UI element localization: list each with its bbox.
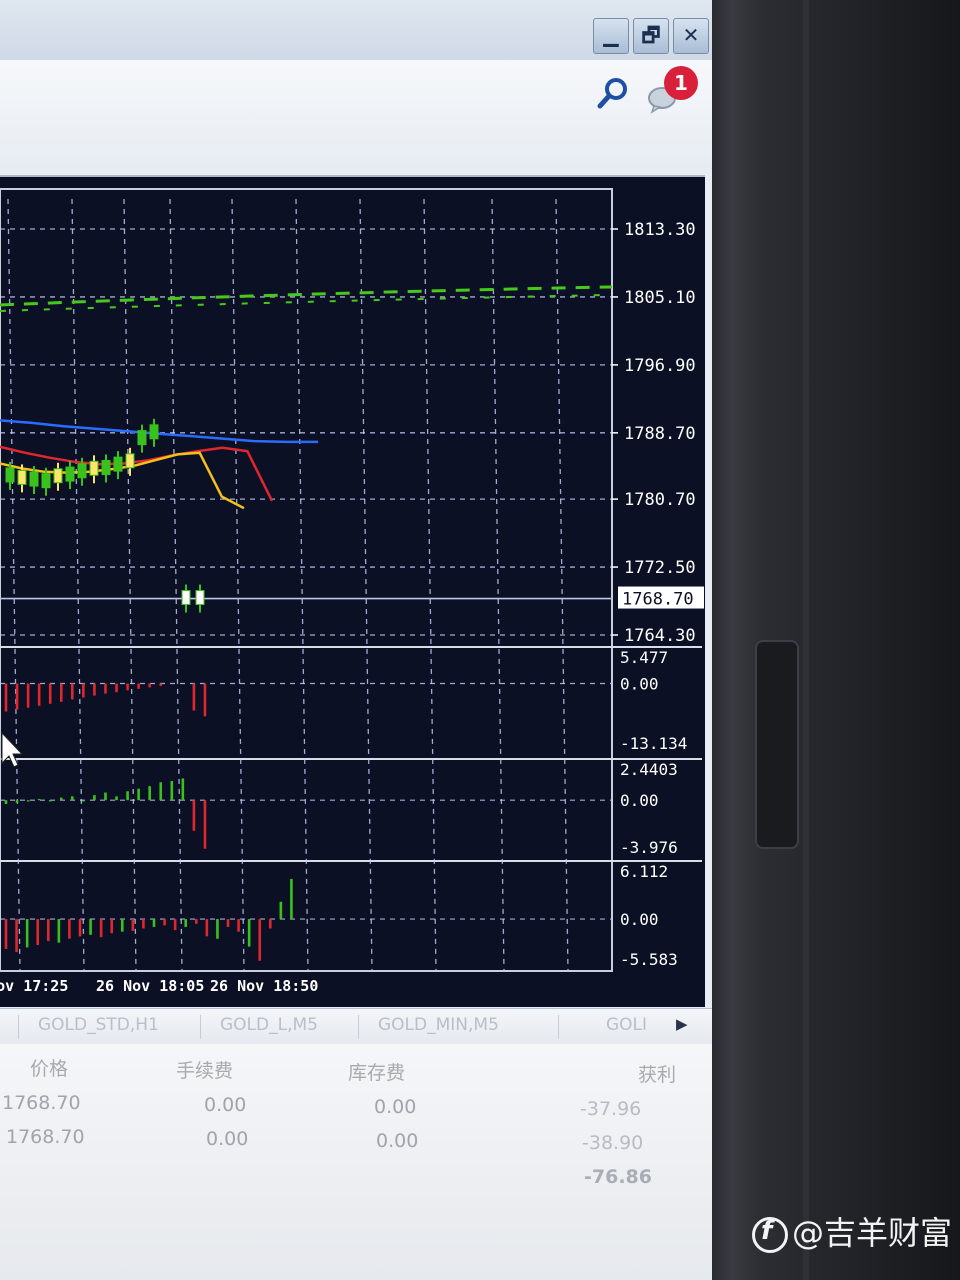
chart-canvas[interactable]: 1813.30 1805.10 1796.90 1788.70 1780.70 1772.… (0, 177, 705, 1007)
toolbar: 1 (0, 60, 712, 170)
price-label-6: 1764.30 (624, 626, 696, 646)
minimize-button[interactable]: ▁ (593, 18, 629, 54)
monitor-slot (755, 640, 799, 849)
notification-badge[interactable]: 1 (664, 66, 698, 100)
candle-body-13 (181, 590, 191, 606)
tab-gold-min-m5[interactable]: GOLD_MIN,M5 (378, 1015, 499, 1035)
price-chart[interactable]: 1813.30 1805.10 1796.90 1788.70 1780.70 1772.… (0, 175, 705, 1007)
grid-vertical-2 (123, 198, 137, 972)
time-label-2: 26 Nov 18:50 (210, 977, 318, 995)
candle-body-8 (101, 459, 111, 475)
candle-body-5 (65, 466, 75, 482)
watermark-text: @吉羊财富 (792, 1214, 953, 1252)
candle-body-4 (53, 468, 63, 484)
grid-vertical-7 (423, 198, 437, 972)
search-icon[interactable] (596, 76, 630, 110)
indicator-2-max-label: 2.4403 (620, 760, 678, 779)
candle-body-6 (77, 463, 87, 479)
tab-gold-truncated[interactable]: GOLI (606, 1015, 647, 1035)
level-line (0, 285, 613, 307)
price-label-2: 1796.90 (624, 356, 696, 376)
candle-body-14 (195, 590, 205, 606)
time-label-1: 26 Nov 18:05 (96, 977, 204, 995)
tabs-scroll-right-icon[interactable]: ▶ (676, 1015, 688, 1033)
indicator-3-min-label: -5.583 (620, 950, 678, 969)
grid-vertical-9 (555, 198, 569, 972)
header-commission[interactable]: 手续费 (176, 1056, 233, 1083)
row2-profit: -38.90 (582, 1132, 644, 1154)
header-swap[interactable]: 库存费 (348, 1058, 405, 1085)
monitor-bezel (712, 0, 960, 1280)
candle-body-3 (41, 473, 51, 489)
tab-gold-std-h1[interactable]: GOLD_STD,H1 (38, 1015, 159, 1035)
indicator-2-min-label: -3.976 (620, 838, 678, 857)
watermark: f @吉羊财富 (752, 1208, 952, 1254)
chart-tabs: GOLD_STD,H1 GOLD_L,M5 GOLD_MIN,M5 GOLI ▶ (0, 1008, 712, 1045)
candle-body-7 (89, 460, 99, 476)
row1-commission: 0.00 (204, 1094, 247, 1116)
candle-body-11 (137, 430, 147, 446)
candle-body-1 (17, 469, 27, 485)
row2-commission: 0.00 (206, 1128, 249, 1150)
indicator-2-zero-label: 0.00 (620, 791, 659, 810)
indicator-3-zero-label: 0.00 (620, 910, 659, 929)
trade-table: 价格 手续费 库存费 获利 1768.70 0.00 0.00 -37.96 1… (0, 1044, 712, 1280)
row2-swap: 0.00 (376, 1130, 419, 1152)
monitor-edge (803, 0, 809, 1280)
row1-price: 1768.70 (2, 1092, 81, 1114)
restore-button[interactable]: 🗗 (633, 18, 669, 54)
candle-body-2 (29, 471, 39, 487)
price-label-4: 1780.70 (624, 490, 696, 510)
candle-body-9 (113, 456, 123, 472)
tab-gold-l-m5[interactable]: GOLD_L,M5 (220, 1015, 318, 1035)
row1-swap: 0.00 (374, 1096, 417, 1118)
candle-body-10 (125, 453, 135, 469)
header-profit[interactable]: 获利 (638, 1060, 676, 1087)
watermark-logo-icon: f (752, 1216, 788, 1253)
total-profit: -76.86 (584, 1166, 652, 1188)
grid-vertical-8 (491, 198, 505, 972)
grid-vertical-4 (231, 198, 245, 972)
indicator-3-max-label: 6.112 (620, 862, 668, 881)
price-label-1: 1805.10 (624, 288, 696, 308)
price-label-0: 1813.30 (624, 220, 696, 240)
grid-vertical-6 (359, 198, 373, 972)
title-bar: ▁ 🗗 ✕ (0, 0, 712, 60)
time-label-0: 26 Nov 17:25 (0, 977, 68, 995)
indicator-1-min-label: -13.134 (620, 734, 687, 753)
price-label-3: 1788.70 (624, 424, 696, 444)
header-price[interactable]: 价格 (30, 1054, 68, 1081)
candle-body-12 (149, 424, 159, 440)
close-button[interactable]: ✕ (673, 18, 709, 54)
moving-average-1 (0, 445, 274, 502)
row1-profit: -37.96 (580, 1098, 642, 1120)
indicator-1-max-label: 5.477 (620, 648, 668, 667)
grid-vertical-3 (169, 198, 183, 972)
grid-vertical-0 (7, 198, 21, 972)
terminal-window: ▁ 🗗 ✕ 1 1813.30 1805.10 1796.90 1788.70 1780… (0, 0, 712, 1280)
moving-average-0 (0, 419, 318, 444)
price-label-5: 1772.50 (624, 558, 696, 578)
grid-vertical-1 (71, 198, 85, 972)
grid-vertical-5 (295, 198, 309, 972)
indicator-1-zero-label: 0.00 (620, 674, 659, 693)
row2-price: 1768.70 (6, 1126, 85, 1148)
current-price-label: 1768.70 (622, 590, 694, 610)
mouse-cursor-icon (1, 731, 24, 768)
candle-body-0 (5, 467, 15, 483)
